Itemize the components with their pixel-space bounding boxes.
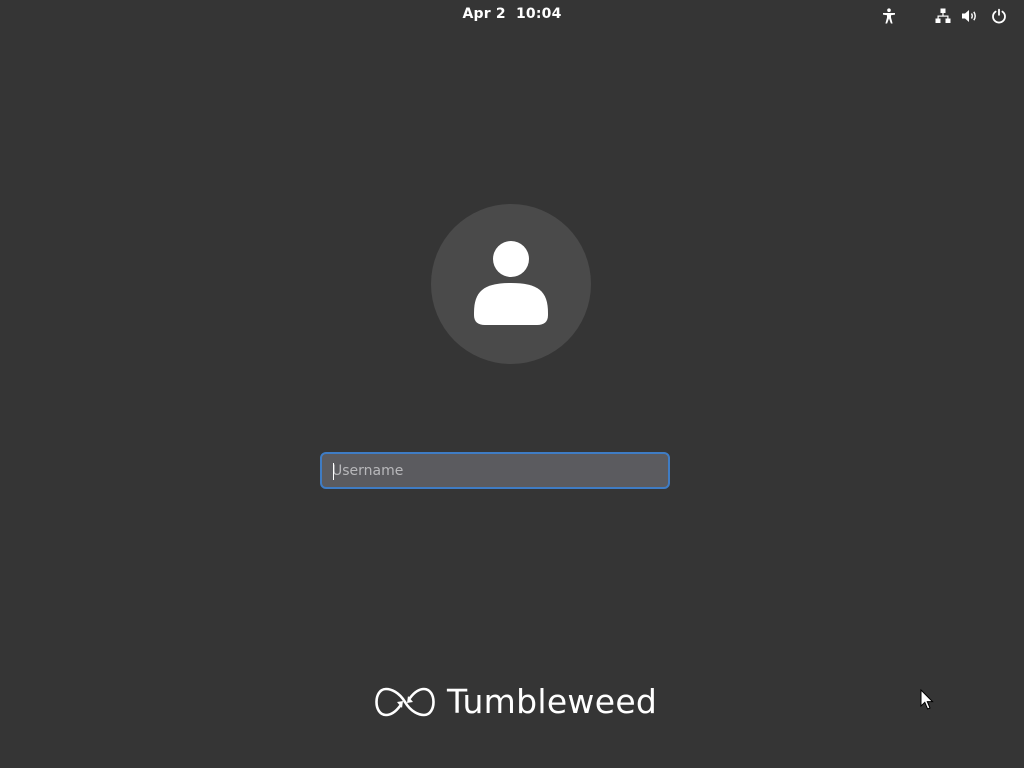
distro-branding: Tumbleweed (375, 682, 657, 722)
date-time-clock[interactable]: Apr 2 10:04 (0, 6, 1024, 22)
login-screen: Apr 2 10:04 Username Tumbleweed (0, 0, 1024, 768)
network-icon (935, 8, 951, 23)
volume-button[interactable] (960, 6, 980, 26)
accessibility-menu-button[interactable] (879, 6, 899, 26)
top-bar: Apr 2 10:04 (0, 0, 1024, 32)
mouse-pointer-icon (920, 689, 934, 710)
tumbleweed-logo-icon (375, 687, 435, 717)
username-field[interactable] (320, 452, 670, 489)
distro-name: Tumbleweed (447, 682, 658, 721)
user-icon (474, 241, 548, 325)
username-input[interactable] (322, 454, 668, 487)
power-icon (992, 8, 1006, 24)
volume-icon (962, 10, 976, 22)
accessibility-icon (883, 8, 895, 24)
user-avatar (431, 204, 591, 364)
power-button[interactable] (989, 6, 1009, 26)
text-caret (333, 463, 334, 480)
network-status-button[interactable] (933, 6, 953, 26)
